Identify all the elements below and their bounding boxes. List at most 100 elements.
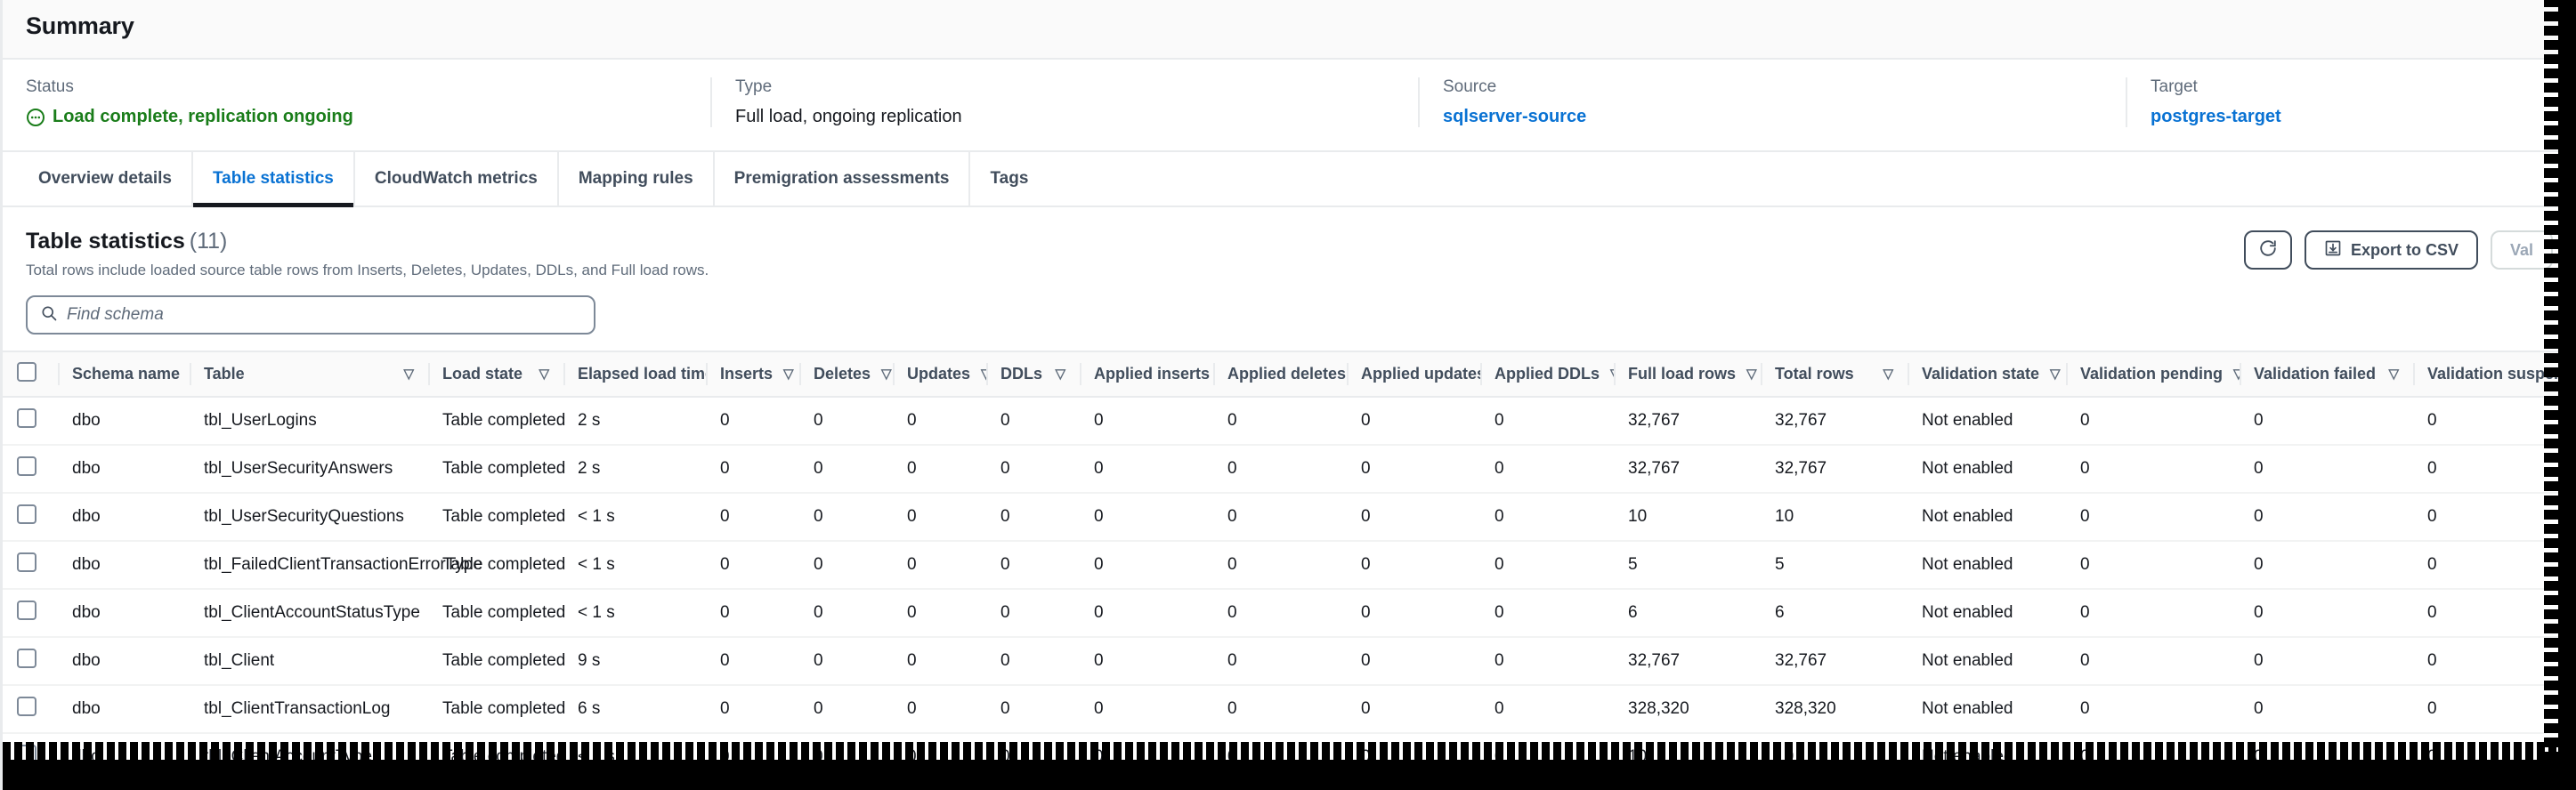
row-select-cell xyxy=(3,493,58,541)
cell-schema-name: dbo xyxy=(58,733,190,781)
table-row[interactable]: dbotbl_ClientClientAccountTable complete… xyxy=(3,781,2576,790)
row-select-cell xyxy=(3,685,58,733)
target-endpoint-link[interactable]: postgres-target xyxy=(2151,107,2281,126)
sort-caret-icon[interactable]: ▽ xyxy=(783,367,794,381)
row-checkbox[interactable] xyxy=(17,456,36,476)
column-label: Inserts xyxy=(720,365,773,383)
tab-overview-details[interactable]: Overview details xyxy=(19,152,193,206)
refresh-button[interactable] xyxy=(2244,230,2292,270)
cell-inserts: 0 xyxy=(706,493,799,541)
sort-caret-icon[interactable]: ▽ xyxy=(539,367,549,381)
table-row[interactable]: dbotbl_FailedClientTransactionErrorTypeT… xyxy=(3,541,2576,589)
column-header-full-load-rows[interactable]: Full load rows▽ xyxy=(1614,351,1761,397)
cell-deletes: 0 xyxy=(799,685,893,733)
cell-full-load-rows: 32,767 xyxy=(1614,397,1761,445)
table-scroll-container[interactable]: Schema name▽ Table ▽ Load state▽ Elapsed … xyxy=(3,351,2576,790)
column-header-inserts[interactable]: Inserts ▽ xyxy=(706,351,799,397)
cell-validation-suspended: 0 xyxy=(2413,541,2576,589)
table-statistics-title: Table statistics xyxy=(26,229,185,254)
row-checkbox[interactable] xyxy=(17,697,36,716)
cell-table-name: tbl_UserSecurityAnswers xyxy=(190,445,428,493)
status-badge: Load complete, replication ongoing xyxy=(26,107,687,127)
column-header-load-state[interactable]: Load state▽ xyxy=(428,351,563,397)
column-header-validation-state[interactable]: Validation state▽ xyxy=(1908,351,2066,397)
table-row[interactable]: dbotbl_ClientTable completed9 s000000003… xyxy=(3,637,2576,685)
row-checkbox[interactable] xyxy=(17,745,36,764)
column-label: Validation suspended xyxy=(2427,365,2576,383)
cell-applied-updates: 0 xyxy=(1347,589,1480,637)
table-row[interactable]: dbotbl_ClientTransactionLogTable complet… xyxy=(3,685,2576,733)
column-header-validation-failed[interactable]: Validation failed▽ xyxy=(2240,351,2413,397)
tab-table-statistics[interactable]: Table statistics xyxy=(193,152,355,206)
column-header-validation-suspended[interactable]: Validation suspended▽ xyxy=(2413,351,2576,397)
column-header-schema-name[interactable]: Schema name▽ xyxy=(58,351,190,397)
table-row[interactable]: dbotbl_ClientAccountStatusTypeTable comp… xyxy=(3,589,2576,637)
tab-mapping-rules[interactable]: Mapping rules xyxy=(559,152,715,206)
sort-caret-icon[interactable]: ▽ xyxy=(2050,367,2061,381)
source-endpoint-link[interactable]: sqlserver-source xyxy=(1443,107,1586,126)
column-header-applied-deletes[interactable]: Applied deletes▽ xyxy=(1213,351,1347,397)
export-to-csv-button[interactable]: Export to CSV xyxy=(2305,230,2478,270)
cell-validation-state: Not enabled xyxy=(1908,685,2066,733)
sort-caret-icon[interactable]: ▽ xyxy=(1746,367,1757,381)
sort-caret-icon[interactable]: ▽ xyxy=(881,367,892,381)
column-header-elapsed-load-time[interactable]: Elapsed load time▽ xyxy=(563,351,706,397)
cell-table-name: tbl_ClientTransactionLog xyxy=(190,685,428,733)
row-checkbox[interactable] xyxy=(17,552,36,572)
column-header-total-rows[interactable]: Total rows▽ xyxy=(1761,351,1908,397)
cell-inserts: 0 xyxy=(706,733,799,781)
tab-cloudwatch-metrics[interactable]: CloudWatch metrics xyxy=(355,152,559,206)
row-checkbox[interactable] xyxy=(17,601,36,620)
cell-load-state: Table completed xyxy=(428,541,563,589)
type-label: Type xyxy=(735,77,1395,97)
cell-validation-suspended: 0 xyxy=(2413,637,2576,685)
table-row[interactable]: dbotbl_UserSecurityQuestionsTable comple… xyxy=(3,493,2576,541)
table-row[interactable]: dbotbl_UserLoginsTable completed2 s00000… xyxy=(3,397,2576,445)
column-header-applied-ddls[interactable]: Applied DDLs▽ xyxy=(1480,351,1614,397)
column-header-ddls[interactable]: DDLs▽ xyxy=(986,351,1080,397)
cell-applied-ddls: 0 xyxy=(1480,589,1614,637)
sort-caret-icon[interactable]: ▽ xyxy=(1883,367,1893,381)
summary-field-type: Type Full load, ongoing replication xyxy=(710,77,1418,127)
cell-table-name: tbl_ClientAccountType xyxy=(190,733,428,781)
row-checkbox[interactable] xyxy=(17,649,36,668)
table-body: dbotbl_UserLoginsTable completed2 s00000… xyxy=(3,397,2576,790)
cell-elapsed-load-time: < 1 s xyxy=(563,589,706,637)
cell-applied-inserts: 0 xyxy=(1080,493,1213,541)
cell-elapsed-load-time: 2 s xyxy=(563,397,706,445)
cell-ddls: 0 xyxy=(986,493,1080,541)
cell-validation-pending: 0 xyxy=(2066,685,2240,733)
validation-button[interactable]: Val xyxy=(2491,230,2553,270)
cell-deletes: 0 xyxy=(799,637,893,685)
sort-caret-icon[interactable]: ▽ xyxy=(403,367,414,381)
cell-ddls: 0 xyxy=(986,781,1080,790)
column-header-validation-pending[interactable]: Validation pending▽ xyxy=(2066,351,2240,397)
row-checkbox[interactable] xyxy=(17,504,36,524)
sort-caret-icon[interactable]: ▽ xyxy=(1055,367,1065,381)
cell-applied-inserts: 0 xyxy=(1080,445,1213,493)
cell-applied-ddls: 0 xyxy=(1480,637,1614,685)
column-label: Table xyxy=(204,365,245,383)
cell-table-name: tbl_UserSecurityQuestions xyxy=(190,493,428,541)
tab-premigration-assessments[interactable]: Premigration assessments xyxy=(715,152,971,206)
row-select-cell xyxy=(3,541,58,589)
cell-load-state: Table completed xyxy=(428,589,563,637)
search-input[interactable] xyxy=(67,305,581,325)
select-all-checkbox[interactable] xyxy=(17,362,36,382)
column-header-applied-updates[interactable]: Applied updates▽ xyxy=(1347,351,1480,397)
cell-applied-ddls: 0 xyxy=(1480,397,1614,445)
cell-validation-suspended: 0 xyxy=(2413,445,2576,493)
column-header-applied-inserts[interactable]: Applied inserts▽ xyxy=(1080,351,1213,397)
table-row[interactable]: dbotbl_ClientAccountTypeTable completed<… xyxy=(3,733,2576,781)
column-header-updates[interactable]: Updates▽ xyxy=(893,351,986,397)
sort-caret-icon[interactable]: ▽ xyxy=(2388,367,2399,381)
column-header-table[interactable]: Table ▽ xyxy=(190,351,428,397)
search-box[interactable] xyxy=(26,295,595,335)
cell-validation-failed: 0 xyxy=(2240,397,2413,445)
cell-applied-updates: 0 xyxy=(1347,637,1480,685)
tab-tags[interactable]: Tags xyxy=(970,152,1048,206)
column-header-deletes[interactable]: Deletes▽ xyxy=(799,351,893,397)
table-row[interactable]: dbotbl_UserSecurityAnswersTable complete… xyxy=(3,445,2576,493)
cell-applied-ddls: 0 xyxy=(1480,541,1614,589)
row-checkbox[interactable] xyxy=(17,408,36,428)
